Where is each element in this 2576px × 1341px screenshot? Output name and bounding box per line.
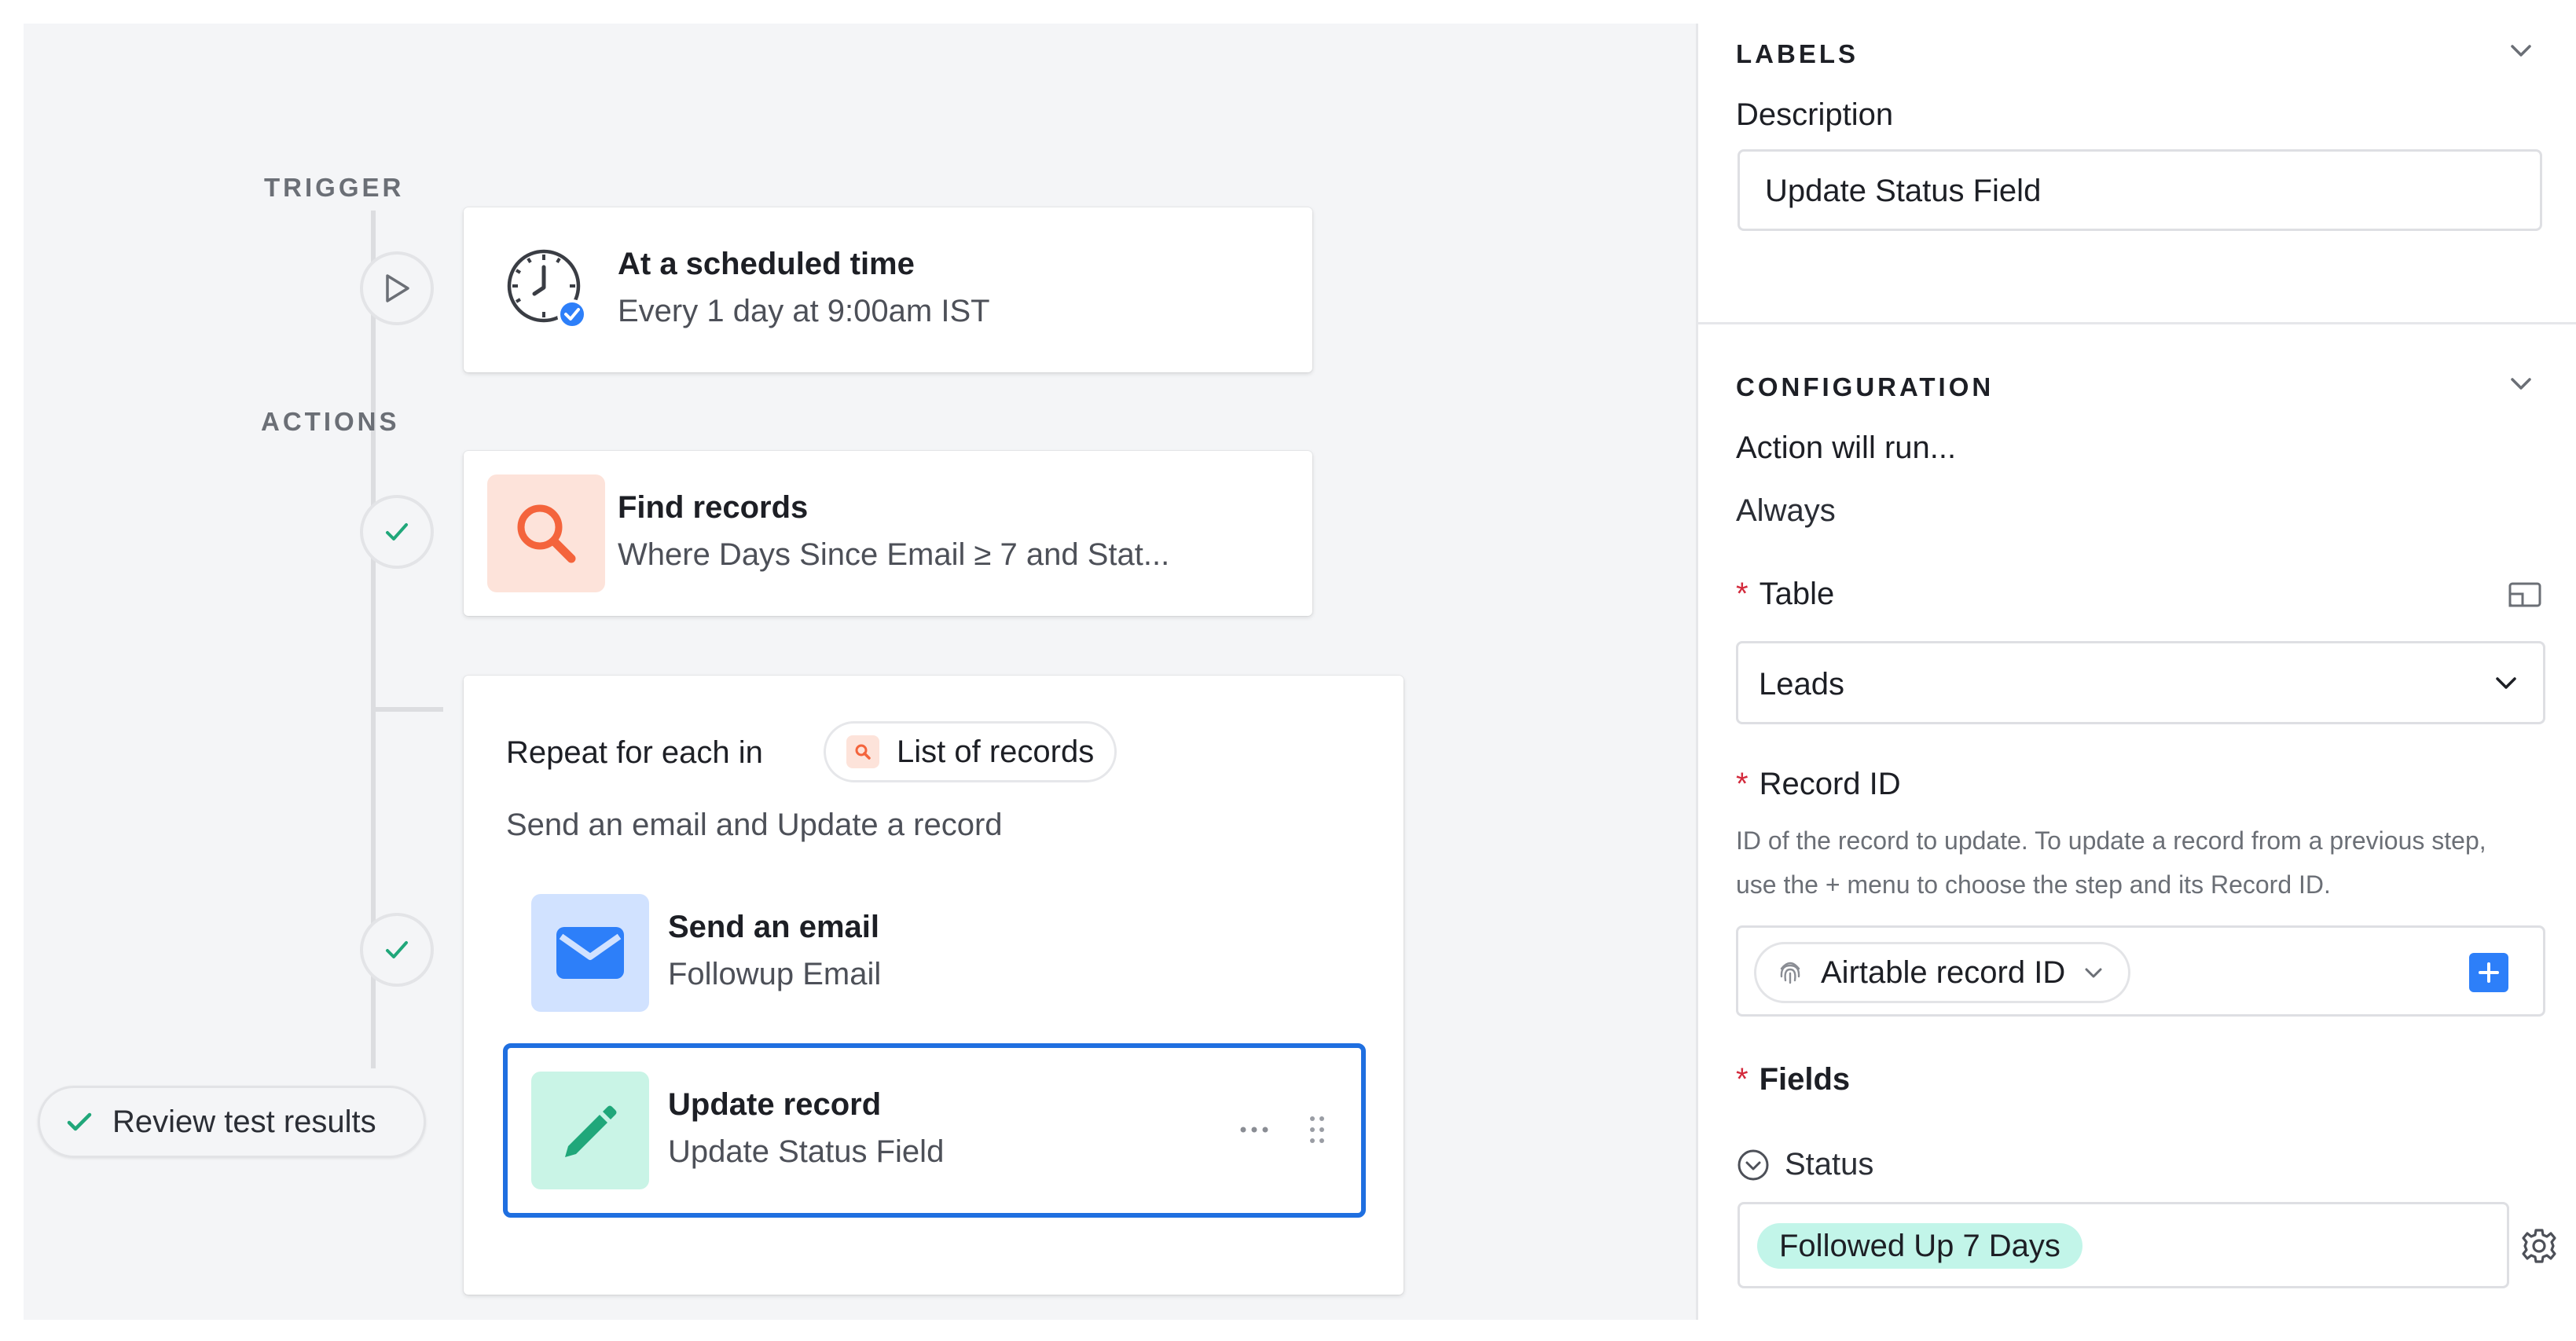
action-runs-label: Action will run... bbox=[1736, 431, 1957, 465]
play-icon bbox=[386, 274, 409, 302]
status-value-input[interactable]: Followed Up 7 Days bbox=[1738, 1202, 2509, 1288]
record-id-label: * Record ID bbox=[1736, 767, 1901, 802]
find-records-icon-tile bbox=[487, 474, 605, 592]
record-id-label-text: Record ID bbox=[1759, 767, 1901, 801]
status-field-header[interactable]: Status bbox=[1736, 1147, 1873, 1182]
status-pill: Followed Up 7 Days bbox=[1757, 1223, 2082, 1269]
pencil-icon bbox=[565, 1105, 617, 1157]
search-mini-icon bbox=[846, 735, 879, 768]
repeat-prefix: Repeat for each in bbox=[506, 735, 763, 770]
update-record-subtitle: Update Status Field bbox=[668, 1134, 945, 1169]
record-id-input[interactable]: Airtable record ID bbox=[1736, 925, 2545, 1017]
required-mark: * bbox=[1736, 1062, 1749, 1097]
update-record-icon-tile bbox=[531, 1072, 649, 1189]
chevron-circle-icon bbox=[1738, 1149, 1769, 1180]
fields-label-text: Fields bbox=[1759, 1062, 1851, 1097]
table-label-text: Table bbox=[1759, 577, 1835, 611]
config-panel: LABELS Description Update Status Field C… bbox=[1696, 24, 2576, 1320]
plus-icon bbox=[2479, 962, 2499, 983]
send-email-step[interactable]: Send an email Followup Email bbox=[506, 878, 1363, 1028]
record-id-token[interactable]: Airtable record ID bbox=[1754, 942, 2131, 1003]
send-email-title: Send an email bbox=[668, 910, 879, 944]
chevron-down-icon[interactable] bbox=[2508, 374, 2534, 393]
action-runs-value[interactable]: Always bbox=[1736, 493, 1836, 529]
envelope-icon bbox=[556, 927, 624, 979]
table-select[interactable]: Leads bbox=[1736, 641, 2545, 724]
actions-section-label: ACTIONS bbox=[261, 407, 400, 436]
check-icon bbox=[386, 523, 408, 540]
trigger-subtitle: Every 1 day at 9:00am IST bbox=[618, 294, 990, 328]
workflow-canvas: TRIGGER ACTIONS At a scheduled time Ever… bbox=[24, 24, 1696, 1320]
add-token-button[interactable] bbox=[2469, 953, 2508, 992]
chevron-down-icon[interactable] bbox=[2508, 41, 2534, 60]
more-options-icon[interactable] bbox=[1238, 1122, 1270, 1138]
description-input[interactable]: Update Status Field bbox=[1738, 149, 2542, 231]
fingerprint-icon bbox=[1780, 962, 1800, 984]
repeat-description: Send an email and Update a record bbox=[506, 808, 1003, 842]
find-records-status-node bbox=[360, 495, 434, 569]
gear-icon[interactable] bbox=[2520, 1227, 2558, 1265]
chip-label: List of records bbox=[897, 734, 1095, 769]
required-mark: * bbox=[1736, 577, 1749, 611]
update-record-step[interactable]: Update record Update Status Field bbox=[503, 1043, 1366, 1218]
repeat-group-card[interactable]: Repeat for each in List of records Send … bbox=[464, 676, 1404, 1295]
table-label: * Table bbox=[1736, 577, 1834, 612]
clock-check-icon bbox=[507, 249, 587, 329]
search-icon bbox=[517, 504, 576, 563]
trigger-card[interactable]: At a scheduled time Every 1 day at 9:00a… bbox=[464, 207, 1312, 372]
section-divider bbox=[1698, 322, 2576, 324]
find-records-title: Find records bbox=[618, 490, 809, 525]
update-record-title: Update record bbox=[668, 1087, 882, 1122]
record-id-token-label: Airtable record ID bbox=[1821, 954, 2066, 990]
send-email-icon-tile bbox=[531, 894, 649, 1012]
trigger-section-label: TRIGGER bbox=[264, 173, 405, 202]
record-id-help: ID of the record to update. To update a … bbox=[1736, 826, 2486, 899]
check-icon bbox=[67, 1112, 92, 1131]
find-records-card[interactable]: Find records Where Days Since Email ≥ 7 … bbox=[464, 451, 1312, 616]
required-mark: * bbox=[1736, 767, 1749, 801]
chevron-down-icon bbox=[2085, 968, 2102, 978]
configuration-heading: CONFIGURATION bbox=[1736, 372, 1994, 401]
expand-table-icon[interactable] bbox=[2508, 581, 2542, 608]
description-value: Update Status Field bbox=[1765, 174, 2042, 208]
list-of-records-chip[interactable]: List of records bbox=[824, 721, 1117, 782]
table-select-value: Leads bbox=[1759, 667, 1844, 702]
fields-label: * Fields bbox=[1736, 1062, 1850, 1097]
status-label: Status bbox=[1785, 1147, 1874, 1182]
send-email-subtitle: Followup Email bbox=[668, 957, 882, 991]
trigger-title: At a scheduled time bbox=[618, 247, 915, 281]
labels-heading: LABELS bbox=[1736, 39, 1859, 68]
chevron-down-icon bbox=[2496, 677, 2516, 689]
trigger-node[interactable] bbox=[360, 251, 434, 325]
flow-branch-line bbox=[371, 707, 443, 712]
check-icon bbox=[386, 941, 408, 958]
description-label: Description bbox=[1736, 97, 1894, 132]
repeat-status-node bbox=[360, 913, 434, 987]
review-test-results-label: Review test results bbox=[112, 1104, 376, 1139]
drag-handle-icon[interactable] bbox=[1308, 1114, 1327, 1145]
find-records-subtitle: Where Days Since Email ≥ 7 and Stat... bbox=[618, 537, 1170, 572]
review-test-results-button[interactable]: Review test results bbox=[38, 1086, 426, 1158]
